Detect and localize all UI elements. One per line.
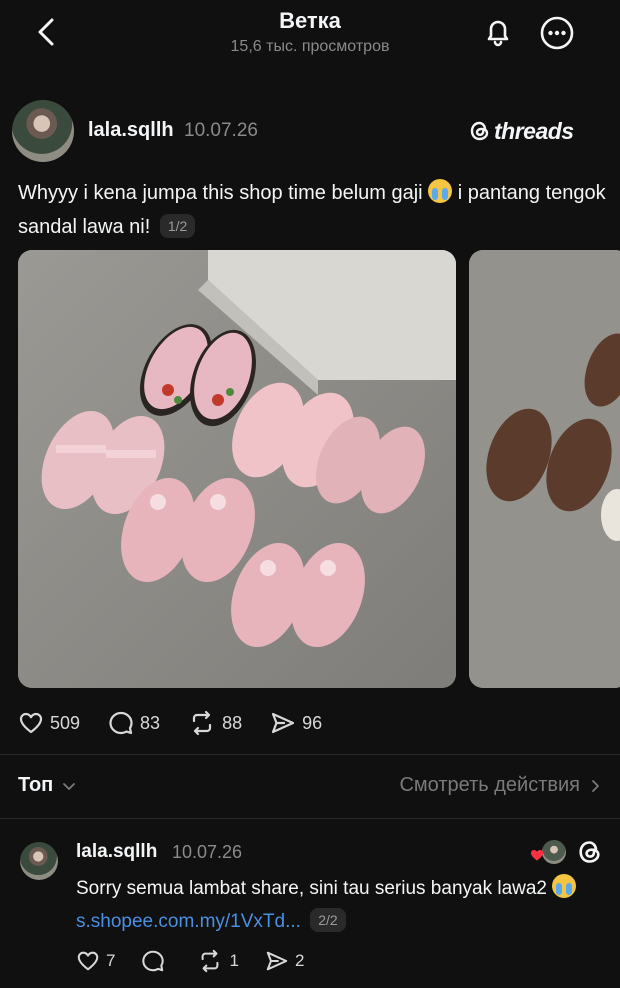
post-actions: 509 83 88 96 bbox=[18, 706, 350, 740]
back-button[interactable] bbox=[30, 14, 66, 50]
repost-button[interactable]: 88 bbox=[188, 710, 242, 736]
divider bbox=[0, 754, 620, 755]
reply-author-avatar[interactable] bbox=[20, 842, 58, 880]
liked-by-avatar bbox=[542, 840, 566, 864]
reply-repost-count: 1 bbox=[229, 951, 239, 970]
repost-icon bbox=[192, 710, 212, 736]
loudly-crying-face-emoji bbox=[552, 874, 577, 898]
view-activity-label: Смотреть действия bbox=[399, 774, 580, 796]
heart-icon bbox=[19, 712, 43, 734]
divider bbox=[0, 818, 620, 819]
post-photo-1[interactable] bbox=[18, 250, 456, 688]
post-page-indicator: 1/2 bbox=[159, 214, 196, 238]
reply-actions: 7 1 2 bbox=[76, 946, 330, 976]
more-options-button[interactable] bbox=[538, 14, 576, 52]
sort-row: Топ Смотреть действия bbox=[0, 768, 620, 808]
like-count: 509 bbox=[50, 712, 81, 733]
liked-heart-icon bbox=[531, 850, 543, 861]
post-photo-2[interactable] bbox=[469, 250, 620, 688]
author-avatar[interactable] bbox=[12, 100, 74, 162]
shopee-link[interactable]: s.shopee.com.my/1VxTd... bbox=[76, 911, 301, 932]
comment-button[interactable]: 83 bbox=[108, 710, 160, 736]
view-activity-link[interactable]: Смотреть действия bbox=[399, 774, 602, 797]
reply-comment-button[interactable] bbox=[141, 949, 171, 973]
threads-logo-icon bbox=[470, 121, 489, 141]
threads-logo-icon[interactable] bbox=[576, 838, 604, 866]
comment-icon bbox=[109, 711, 133, 735]
back-arrow-icon bbox=[38, 18, 54, 46]
chevron-down-icon bbox=[63, 782, 76, 790]
reply-author-username[interactable]: lala.sqllh bbox=[76, 841, 157, 863]
post-text-part1: Whyyy i kena jumpa this shop time belum … bbox=[18, 182, 423, 204]
share-count: 96 bbox=[302, 712, 323, 733]
top-bar: Ветка 15,6 тыс. просмотров bbox=[0, 0, 620, 70]
repost-count: 88 bbox=[222, 712, 243, 733]
reply-share-button[interactable]: 2 bbox=[265, 949, 304, 973]
share-button[interactable]: 96 bbox=[270, 710, 322, 736]
share-icon bbox=[266, 951, 288, 971]
page-title: Ветка bbox=[279, 8, 341, 33]
reply-repost-button[interactable]: 1 bbox=[197, 949, 239, 973]
shoes-photo bbox=[18, 250, 456, 688]
view-count: 15,6 тыс. просмотров bbox=[230, 38, 390, 55]
heart-icon bbox=[77, 951, 99, 971]
reply-text: Sorry semua lambat share, sini tau seriu… bbox=[76, 872, 606, 938]
share-icon bbox=[272, 712, 295, 734]
sort-label: Топ bbox=[18, 774, 54, 796]
comment-icon bbox=[142, 950, 165, 972]
loudly-crying-face-emoji bbox=[428, 179, 453, 203]
header-title-block: Ветка 15,6 тыс. просмотров bbox=[160, 8, 460, 56]
reply-page-indicator: 2/2 bbox=[310, 908, 346, 932]
bell-icon bbox=[487, 20, 509, 47]
author-username[interactable]: lala.sqllh bbox=[88, 119, 174, 142]
reply-body: Sorry semua lambat share, sini tau seriu… bbox=[76, 878, 548, 899]
like-button[interactable]: 509 bbox=[18, 710, 80, 736]
post-header: lala.sqllh 10.07.26 threads bbox=[0, 100, 620, 164]
shoes-photo-2 bbox=[469, 250, 620, 688]
comment-count: 83 bbox=[140, 712, 161, 733]
repost-icon bbox=[202, 949, 219, 973]
more-icon bbox=[540, 16, 574, 50]
reply-like-button[interactable]: 7 bbox=[76, 949, 115, 973]
threads-logo: threads bbox=[468, 116, 574, 146]
reply-share-count: 2 bbox=[294, 951, 305, 970]
post-text: Whyyy i kena jumpa this shop time belum … bbox=[18, 176, 613, 244]
chevron-right-icon bbox=[592, 779, 599, 792]
notifications-button[interactable] bbox=[478, 12, 518, 52]
reply-date: 10.07.26 bbox=[172, 842, 243, 862]
reply-like-count: 7 bbox=[106, 951, 116, 970]
reply-item: lala.sqllh 10.07.26 Sorry semua lambat s… bbox=[0, 838, 620, 978]
sort-dropdown[interactable]: Топ bbox=[18, 774, 77, 797]
threads-wordmark: threads bbox=[494, 117, 574, 144]
post-date: 10.07.26 bbox=[184, 120, 258, 141]
